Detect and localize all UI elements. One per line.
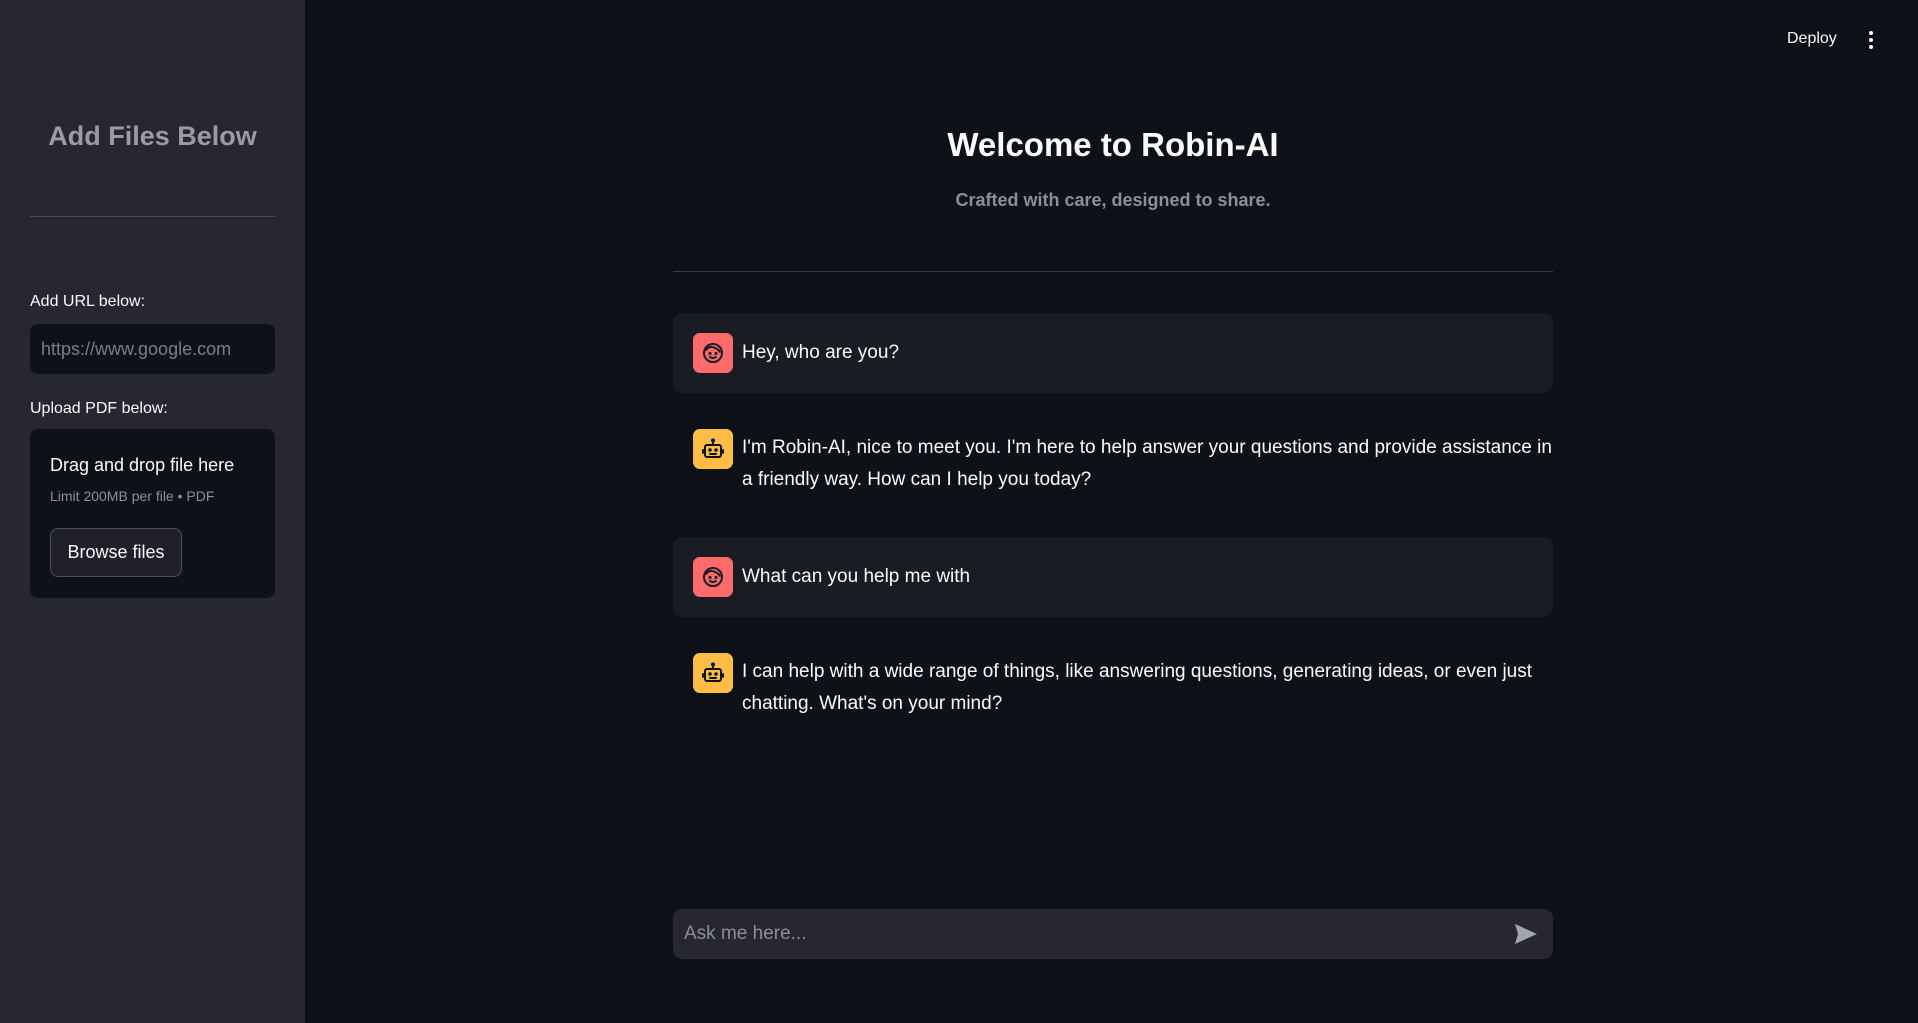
robot-icon bbox=[693, 429, 733, 469]
message-text: I can help with a wide range of things, … bbox=[742, 661, 1533, 714]
sidebar: Add Files Below Add URL below: Upload PD… bbox=[0, 0, 305, 1023]
kebab-menu-icon[interactable] bbox=[1864, 29, 1878, 51]
deploy-button[interactable]: Deploy bbox=[1787, 30, 1837, 48]
browse-files-button[interactable]: Browse files bbox=[50, 528, 182, 577]
url-input[interactable] bbox=[30, 324, 275, 374]
send-icon[interactable] bbox=[1513, 922, 1539, 946]
app-root: Add Files Below Add URL below: Upload PD… bbox=[0, 0, 1918, 1023]
dropzone-title: Drag and drop file here bbox=[50, 455, 235, 475]
sidebar-divider bbox=[30, 216, 275, 217]
chat-message-assistant: I can help with a wide range of things, … bbox=[673, 633, 1553, 743]
chat-message-user: Hey, who are you? bbox=[673, 313, 1553, 393]
main-divider bbox=[673, 271, 1553, 272]
url-label: Add URL below: bbox=[30, 293, 146, 310]
user-face-icon bbox=[693, 333, 733, 373]
chat-message-user: What can you help me with bbox=[673, 537, 1553, 617]
pdf-label: Upload PDF below: bbox=[30, 400, 168, 417]
message-text: Hey, who are you? bbox=[742, 342, 900, 363]
chat-input[interactable] bbox=[673, 909, 1493, 959]
dropzone-limit: Limit 200MB per file • PDF bbox=[50, 488, 215, 504]
chat-message-assistant: I'm Robin-AI, nice to meet you. I'm here… bbox=[673, 409, 1553, 519]
message-text: What can you help me with bbox=[742, 566, 971, 587]
user-face-icon bbox=[693, 557, 733, 597]
page-subtitle: Crafted with care, designed to share. bbox=[955, 190, 1271, 210]
page-title: Welcome to Robin-AI bbox=[947, 126, 1279, 163]
chat-input-container bbox=[673, 909, 1553, 959]
sidebar-title: Add Files Below bbox=[48, 121, 257, 151]
robot-icon bbox=[693, 653, 733, 693]
pdf-dropzone[interactable]: Drag and drop file here Limit 200MB per … bbox=[30, 429, 275, 598]
message-text: I'm Robin-AI, nice to meet you. I'm here… bbox=[742, 437, 1552, 490]
